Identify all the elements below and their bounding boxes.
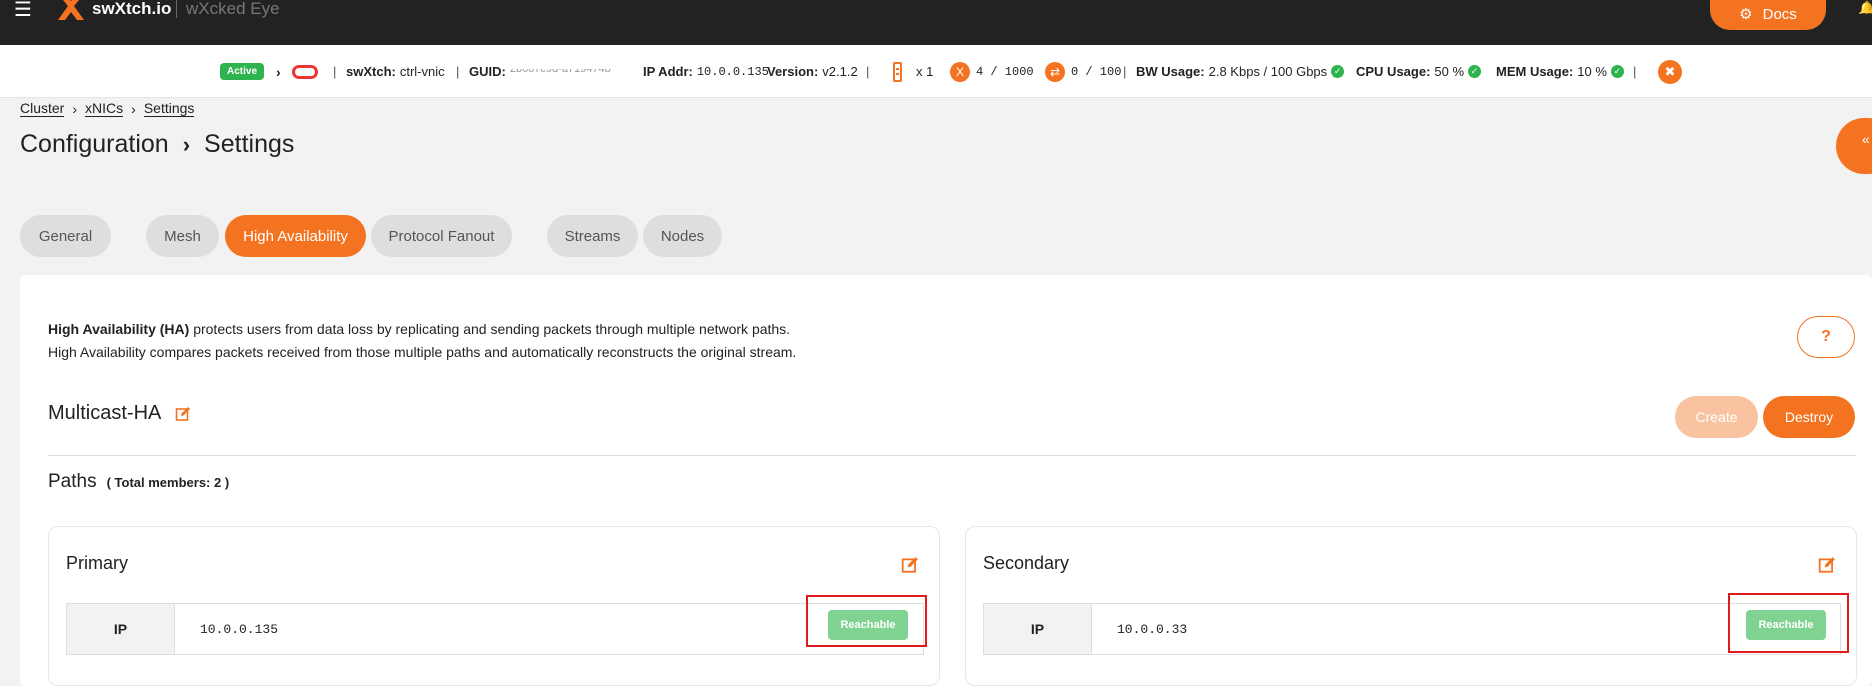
section-divider <box>48 455 1856 456</box>
mem-status: MEM Usage: 10 % ✓ <box>1496 45 1624 98</box>
xnic-icon: X <box>950 61 970 82</box>
path-panel-secondary: Secondary IP 10.0.0.33 Reachable <box>965 526 1857 686</box>
breadcrumb-xnics[interactable]: xNICs <box>85 100 124 117</box>
server-icon <box>893 61 902 82</box>
page-title-current: Settings <box>204 130 295 158</box>
bridge-icon: ⇄ <box>1045 61 1065 82</box>
check-circle-icon: ✓ <box>1468 65 1482 78</box>
bell-icon[interactable]: 🔔 <box>1858 0 1872 14</box>
bw-status: BW Usage: 2.8 Kbps / 100 Gbps ✓ <box>1136 45 1345 98</box>
total-members: ( Total members: 2 ) <box>106 475 230 490</box>
servers-status: x 1 <box>893 45 933 98</box>
tab-high-availability[interactable]: High Availability <box>225 215 366 257</box>
chevron-right-icon: › <box>276 63 281 80</box>
gears-icon: ⚙ <box>1739 6 1753 23</box>
check-circle-icon: ✓ <box>1331 65 1345 78</box>
cpu-status: CPU Usage: 50 % ✓ <box>1356 45 1482 98</box>
paths-header: Paths ( Total members: 2 ) <box>48 471 230 492</box>
tab-mesh[interactable]: Mesh <box>146 215 219 257</box>
path-name: Primary <box>66 553 128 573</box>
breadcrumb-settings[interactable]: Settings <box>143 100 195 117</box>
bridges-status: ⇄ 0 / 100 <box>1045 45 1121 98</box>
divider: | <box>866 64 870 79</box>
swxtch-status: swXtch: ctrl-vnic <box>346 64 445 79</box>
chevron-right-icon: › <box>131 100 136 117</box>
brand-name: swXtch.io <box>92 0 172 18</box>
edit-icon[interactable] <box>175 406 191 422</box>
page-title: Configuration › Settings <box>20 130 294 159</box>
brand-subtitle: wXcked Eye <box>186 0 280 18</box>
ip-row: IP 10.0.0.135 <box>66 603 924 655</box>
top-navbar: ☰ swXtch.io wXcked Eye ⚙ Docs 🔔 <box>0 0 1872 45</box>
reachable-status-button[interactable]: Reachable <box>828 610 908 640</box>
help-button[interactable]: ? <box>1797 316 1855 358</box>
divider: | <box>456 64 460 79</box>
docs-label: Docs <box>1762 5 1797 23</box>
ip-label: IP <box>67 604 175 654</box>
tab-streams[interactable]: Streams <box>547 215 638 257</box>
ip-status: IP Addr: 10.0.0.135 <box>643 64 769 79</box>
guid-status: GUID: 2b607c9d-a719474b <box>469 64 611 79</box>
chevron-right-icon: › <box>182 131 191 157</box>
tab-general[interactable]: General <box>20 215 111 257</box>
xnics-status: X4 / 1000 <box>950 45 1034 98</box>
check-circle-icon: ✓ <box>1610 65 1624 78</box>
multicast-ha-title: Multicast-HA <box>48 402 191 425</box>
oracle-cloud-icon <box>292 64 318 79</box>
divider: | <box>1123 64 1127 79</box>
ip-row: IP 10.0.0.33 <box>983 603 1841 655</box>
edit-icon[interactable] <box>1818 556 1836 574</box>
close-status-icon[interactable]: ✖ <box>1658 59 1682 84</box>
active-badge: Active <box>220 63 265 80</box>
path-name: Secondary <box>983 553 1070 573</box>
divider: | <box>333 64 337 79</box>
hamburger-menu-icon[interactable]: ☰ <box>14 0 32 20</box>
path-panel-primary: Primary IP 10.0.0.135 Reachable <box>48 526 940 686</box>
create-button[interactable]: Create <box>1675 396 1758 438</box>
divider: | <box>1633 64 1637 79</box>
destroy-button[interactable]: Destroy <box>1763 396 1855 438</box>
tab-nodes[interactable]: Nodes <box>643 215 722 257</box>
docs-button[interactable]: ⚙ Docs <box>1710 0 1826 30</box>
status-bar: Active › | swXtch: ctrl-vnic | GUID: 2b607… <box>0 45 1872 98</box>
ha-settings-card: High Availability (HA) protects users fr… <box>20 275 1872 686</box>
double-chevron-left-icon: « <box>1862 131 1870 147</box>
swxtch-logo-icon <box>58 0 84 20</box>
side-panel-toggle-button[interactable]: « <box>1836 118 1872 174</box>
brand-divider <box>176 0 177 18</box>
chevron-right-icon: › <box>72 100 78 117</box>
status-active: Active <box>220 45 265 98</box>
page-title-parent: Configuration <box>20 130 169 158</box>
edit-icon[interactable] <box>901 556 919 574</box>
reachable-status-button[interactable]: Reachable <box>1746 610 1826 640</box>
breadcrumb-cluster[interactable]: Cluster <box>20 100 65 117</box>
ip-label: IP <box>984 604 1092 654</box>
ha-description: High Availability (HA) protects users fr… <box>48 321 797 360</box>
breadcrumb: Cluster › xNICs › Settings <box>20 100 195 117</box>
version-status: Version: v2.1.2 <box>767 64 858 79</box>
tab-protocol-fanout[interactable]: Protocol Fanout <box>371 215 512 257</box>
